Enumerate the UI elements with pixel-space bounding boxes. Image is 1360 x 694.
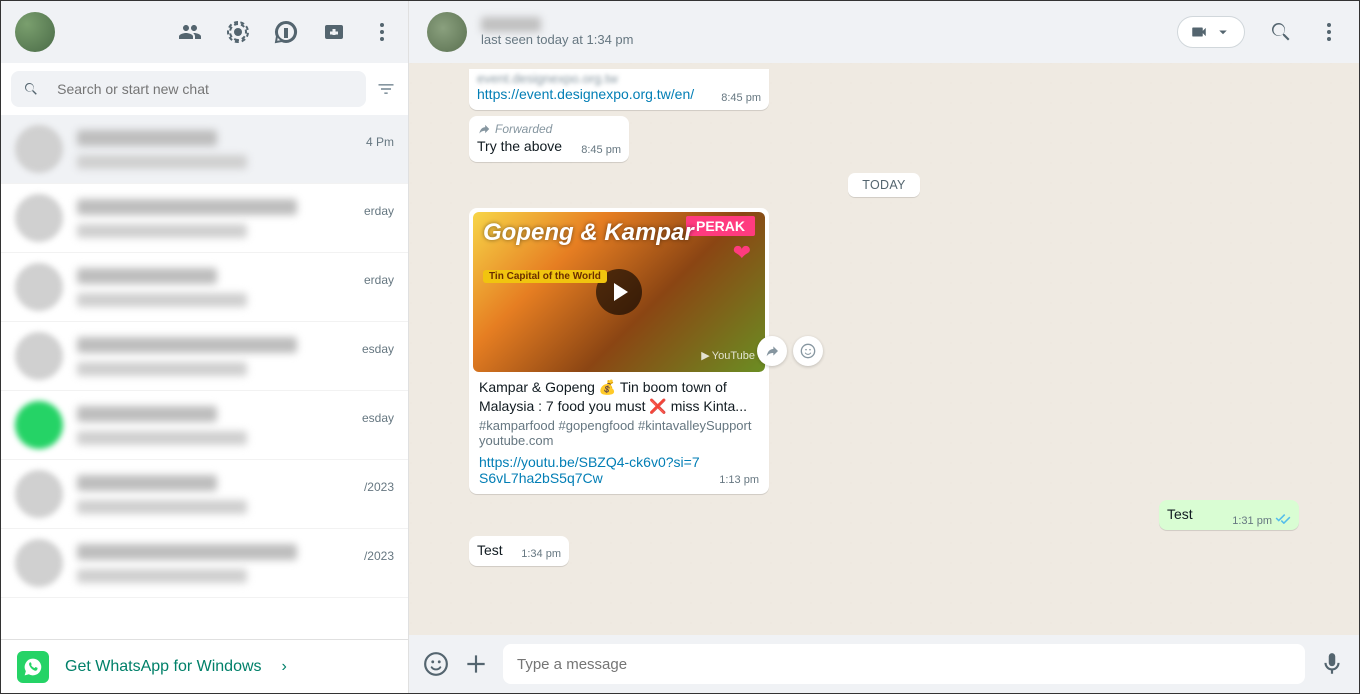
message-time: 8:45 pm [721, 92, 761, 104]
message-text: Test [1167, 506, 1193, 522]
message-text: Try the above [477, 138, 562, 154]
chat-preview [77, 431, 247, 445]
chat-list-item[interactable]: 4 Pm [1, 115, 408, 184]
chat-preview [77, 155, 247, 169]
read-ticks-icon [1275, 512, 1291, 524]
conversation-header: last seen today at 1:34 pm [409, 1, 1359, 63]
message-out: Test 1:31 pm [1159, 500, 1299, 530]
video-icon [1190, 23, 1208, 41]
chat-name [77, 130, 217, 146]
chat-time: 4 Pm [366, 135, 394, 149]
preview-thumbnail[interactable]: PERAK ❤ Gopeng & Kampar Tin Capital of t… [473, 212, 765, 372]
new-chat-icon[interactable] [274, 20, 298, 44]
chat-time: esday [362, 342, 394, 356]
heart-icon: ❤ [733, 240, 751, 266]
preview-domain: youtube.com [479, 433, 759, 448]
communities-icon[interactable] [178, 20, 202, 44]
chat-name [77, 475, 217, 491]
chat-time: erday [364, 273, 394, 287]
chat-preview [77, 362, 247, 376]
chat-avatar [15, 125, 63, 173]
chat-list: 4 Pm erday erday esday esday/2023/2023 [1, 115, 408, 639]
date-separator: TODAY [469, 176, 1299, 194]
chat-avatar [15, 539, 63, 587]
preview-title: Kampar & Gopeng 💰 Tin boom town of Malay… [479, 378, 759, 416]
thumb-title: Gopeng & Kampar [483, 220, 694, 246]
react-button[interactable] [793, 336, 823, 366]
chat-time: /2023 [364, 549, 394, 563]
forward-button[interactable] [757, 336, 787, 366]
chat-list-item[interactable]: esday [1, 391, 408, 460]
emoji-icon[interactable] [423, 651, 449, 677]
message-time: 1:34 pm [521, 548, 561, 560]
preview-desc: #kamparfood #gopengfood #kintavalleySupp… [479, 418, 759, 433]
forwarded-label: Forwarded [477, 122, 621, 136]
video-call-button[interactable] [1177, 16, 1245, 48]
composer [409, 635, 1359, 693]
message-link-preview[interactable]: PERAK ❤ Gopeng & Kampar Tin Capital of t… [469, 208, 769, 494]
messages-area: event.designexpo.org.tw https://event.de… [409, 63, 1359, 635]
message-link[interactable]: https://event.designexpo.org.tw/en/ [477, 86, 694, 102]
chat-menu-icon[interactable] [1317, 20, 1341, 44]
whatsapp-logo-icon [17, 651, 49, 683]
message-in: Test 1:34 pm [469, 536, 569, 566]
contact-status: last seen today at 1:34 pm [481, 32, 633, 47]
chat-list-item[interactable]: esday [1, 322, 408, 391]
chat-name [77, 199, 297, 215]
chevron-right-icon: › [282, 658, 287, 676]
search-chat-icon[interactable] [1269, 20, 1293, 44]
chat-avatar [15, 401, 63, 449]
thumb-tag: PERAK [686, 216, 755, 236]
chevron-down-icon [1214, 23, 1232, 41]
chat-list-item[interactable]: /2023 [1, 529, 408, 598]
chat-name [77, 406, 217, 422]
message-text: Test [477, 542, 503, 558]
filter-icon[interactable] [374, 79, 398, 99]
chat-list-item[interactable]: erday [1, 184, 408, 253]
get-app-banner[interactable]: Get WhatsApp for Windows › [1, 639, 408, 693]
contact-name [481, 17, 541, 32]
message-partial: event.designexpo.org.tw https://event.de… [469, 69, 769, 110]
contact-meta[interactable]: last seen today at 1:34 pm [481, 17, 633, 47]
attach-icon[interactable] [463, 651, 489, 677]
message-input-box[interactable] [503, 644, 1305, 684]
new-chat-box-icon[interactable] [322, 20, 346, 44]
chat-list-item[interactable]: /2023 [1, 460, 408, 529]
message-time: 1:13 pm [719, 474, 759, 486]
left-header [1, 1, 408, 63]
search-input[interactable] [57, 81, 354, 97]
status-icon[interactable] [226, 20, 250, 44]
chat-name [77, 544, 297, 560]
thumb-subtitle: Tin Capital of the World [483, 270, 607, 283]
get-app-label: Get WhatsApp for Windows [65, 658, 262, 676]
chat-avatar [15, 194, 63, 242]
search-box[interactable] [11, 71, 366, 107]
preview-link[interactable]: https://youtu.be/SBZQ4-ck6v0?si=7S6vL7ha… [479, 454, 703, 486]
mic-icon[interactable] [1319, 651, 1345, 677]
chat-avatar [15, 263, 63, 311]
chat-time: erday [364, 204, 394, 218]
chat-preview [77, 293, 247, 307]
chat-preview [77, 569, 247, 583]
chat-avatar [15, 332, 63, 380]
chat-time: /2023 [364, 480, 394, 494]
chat-name [77, 337, 297, 353]
chat-name [77, 268, 217, 284]
chat-avatar [15, 470, 63, 518]
message-input[interactable] [517, 656, 1291, 673]
menu-icon[interactable] [370, 20, 394, 44]
contact-avatar[interactable] [427, 12, 467, 52]
chat-preview [77, 224, 247, 238]
search-icon [23, 80, 39, 98]
youtube-badge: ▶ YouTube [701, 349, 755, 362]
chat-preview [77, 500, 247, 514]
self-avatar[interactable] [15, 12, 55, 52]
message-time: 1:31 pm [1232, 512, 1291, 527]
message-in-forwarded: Forwarded Try the above 8:45 pm [469, 116, 629, 162]
chat-list-item[interactable]: erday [1, 253, 408, 322]
message-time: 8:45 pm [581, 144, 621, 156]
chat-time: esday [362, 411, 394, 425]
search-row [1, 63, 408, 115]
forward-icon [477, 122, 491, 136]
